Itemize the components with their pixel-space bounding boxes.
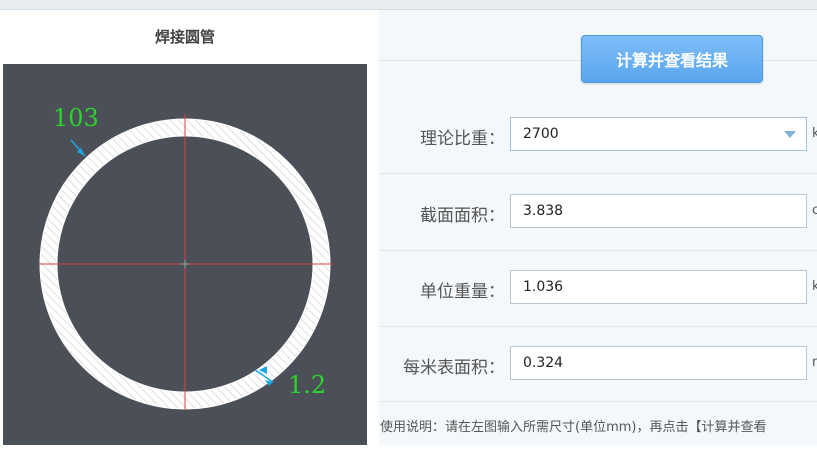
density-value: 2700 [523,126,559,142]
area-label: 截面面积： [420,206,505,226]
calculate-button[interactable]: 计算并查看结果 [581,35,763,83]
diameter-label: 103 [53,104,99,132]
divider [379,326,817,327]
unit-weight-unit: k [812,279,817,294]
surface-area-value: 0.324 [523,355,564,371]
thickness-label: 1.2 [288,371,326,399]
density-label: 理论比重： [420,129,505,149]
drawing-title: 焊接圆管 [154,28,215,46]
pipe-drawing-svg: 103 1.2 [33,104,337,416]
unit-weight-label: 单位重量： [420,282,505,302]
divider [379,401,817,402]
area-field[interactable]: 3.838 [510,194,807,228]
divider [379,173,817,174]
unit-weight-field[interactable]: 1.036 [510,270,807,304]
density-unit: k [812,126,817,141]
surface-area-field[interactable]: 0.324 [510,346,807,380]
surface-area-unit: m [812,355,817,370]
usage-instructions: 使用说明：请在左图输入所需尺寸(单位mm)，再点击【计算并查看 [380,420,767,435]
area-value: 3.838 [523,203,564,219]
unit-weight-value: 1.036 [523,279,564,295]
surface-area-label: 每米表面积： [403,358,505,378]
chevron-down-icon[interactable] [784,131,796,138]
area-unit: c [812,203,817,218]
density-select[interactable]: 2700 [510,117,807,151]
top-bar [0,0,817,10]
drawing-canvas[interactable]: 103 1.2 [3,64,367,445]
divider [379,250,817,251]
